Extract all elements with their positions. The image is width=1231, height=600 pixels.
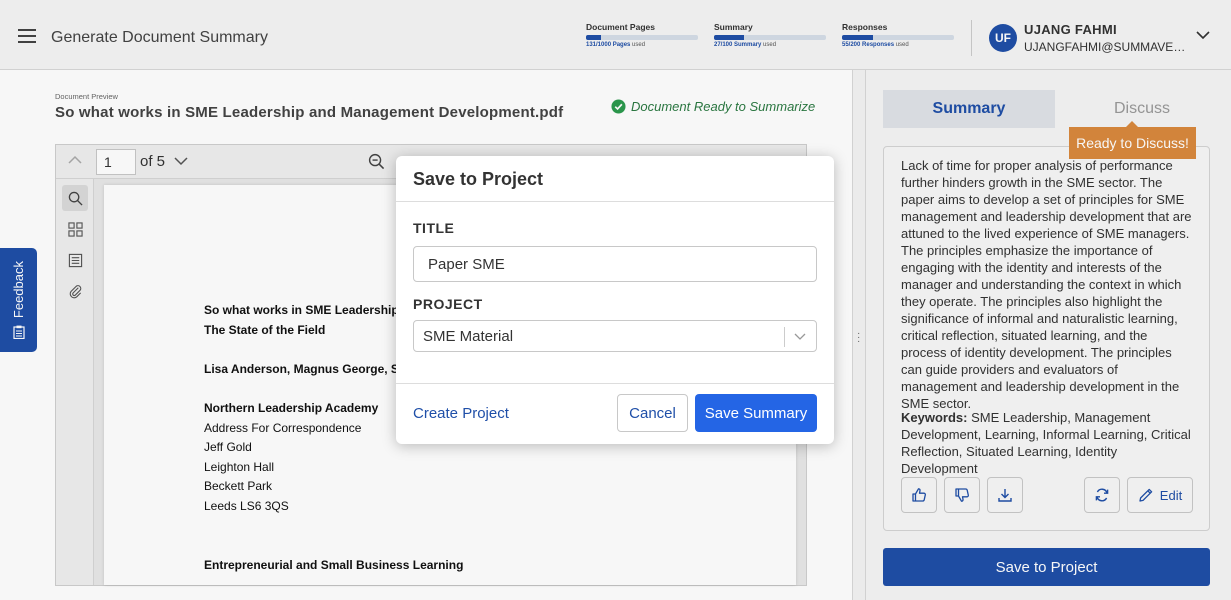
cancel-button[interactable]: Cancel bbox=[617, 394, 688, 432]
select-separator bbox=[784, 327, 785, 347]
title-input[interactable] bbox=[413, 246, 817, 282]
chevron-down-icon bbox=[794, 333, 806, 340]
divider bbox=[396, 383, 834, 384]
project-field-label: PROJECT bbox=[413, 296, 483, 312]
project-select[interactable]: SME Material bbox=[413, 320, 817, 352]
title-field-label: TITLE bbox=[413, 220, 455, 236]
create-project-link[interactable]: Create Project bbox=[413, 405, 509, 422]
project-select-value: SME Material bbox=[423, 328, 514, 345]
save-summary-button[interactable]: Save Summary bbox=[695, 394, 817, 432]
divider bbox=[396, 201, 834, 202]
save-to-project-dialog: Save to Project TITLE PROJECT SME Materi… bbox=[396, 156, 834, 444]
dialog-title: Save to Project bbox=[413, 169, 544, 189]
